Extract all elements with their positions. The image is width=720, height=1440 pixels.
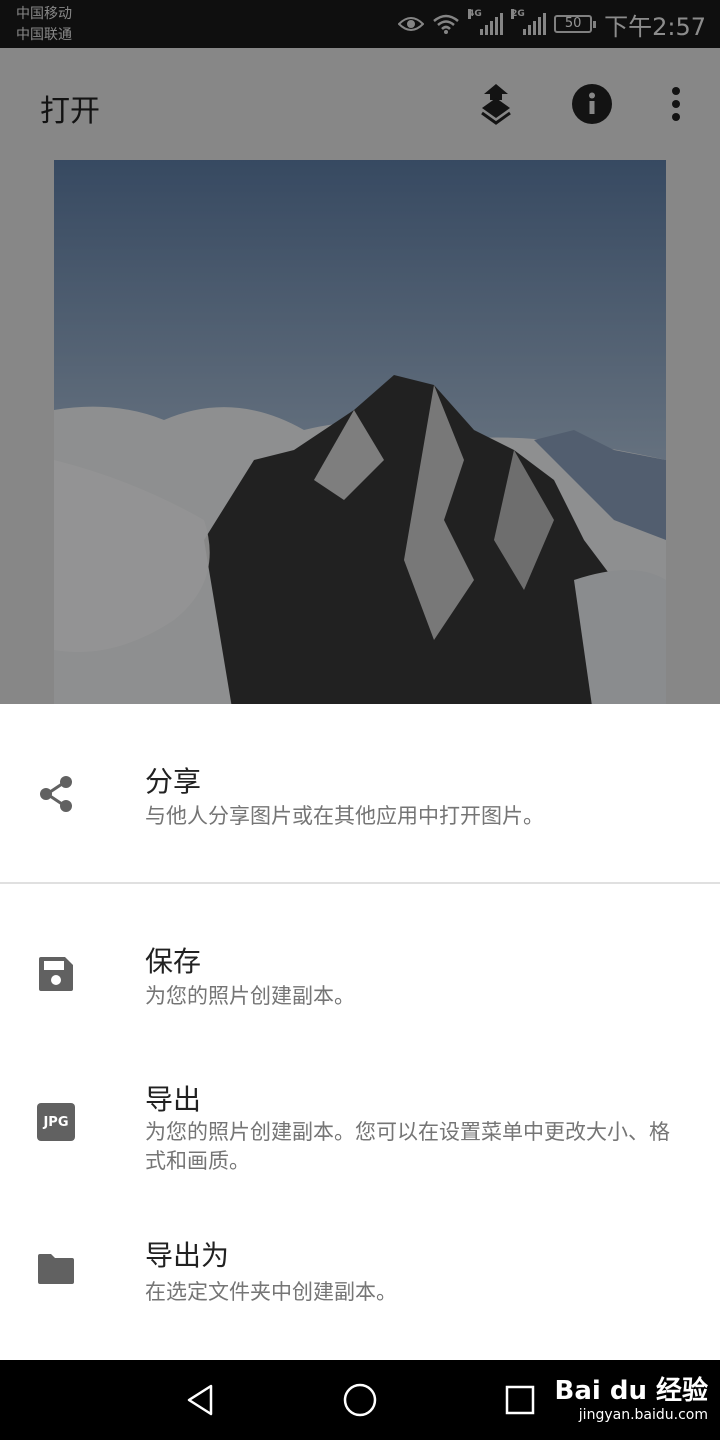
share-icon [36, 774, 76, 814]
share-option[interactable]: 分享 与他人分享图片或在其他应用中打开图片。 [0, 704, 720, 882]
recents-icon [505, 1385, 535, 1415]
recents-button[interactable] [500, 1380, 540, 1420]
baidu-watermark: Bai du 经验 jingyan.baidu.com [555, 1370, 709, 1423]
back-icon [187, 1384, 213, 1416]
jpg-icon-label: JPG [37, 1103, 75, 1141]
scrim-overlay[interactable] [0, 0, 720, 704]
share-description: 与他人分享图片或在其他应用中打开图片。 [145, 804, 544, 828]
save-title: 保存 [145, 945, 202, 978]
share-title: 分享 [145, 765, 202, 798]
export-option[interactable]: JPG 导出 为您的照片创建副本。您可以在设置菜单中更改大小、格式和画质。 [0, 1034, 720, 1204]
folder-icon [36, 1249, 76, 1289]
home-icon [343, 1383, 377, 1417]
save-icon [36, 954, 76, 994]
jpg-icon: JPG [36, 1102, 76, 1142]
export-as-title: 导出为 [145, 1239, 230, 1272]
watermark-url: jingyan.baidu.com [578, 1407, 708, 1423]
export-description: 为您的照片创建副本。您可以在设置菜单中更改大小、格式和画质。 [145, 1120, 670, 1173]
export-title: 导出 [145, 1083, 202, 1116]
back-button[interactable] [180, 1380, 220, 1420]
export-bottom-sheet: 分享 与他人分享图片或在其他应用中打开图片。 保存 为您的照片创建副本。 JPG… [0, 704, 720, 1360]
save-option[interactable]: 保存 为您的照片创建副本。 [0, 884, 720, 1034]
system-nav-bar: Bai du 经验 jingyan.baidu.com [0, 1360, 720, 1440]
watermark-brand: Bai du 经验 [554, 1376, 709, 1406]
export-as-description: 在选定文件夹中创建副本。 [145, 1280, 397, 1304]
save-description: 为您的照片创建副本。 [145, 984, 355, 1008]
export-as-option[interactable]: 导出为 在选定文件夹中创建副本。 [0, 1204, 720, 1360]
home-button[interactable] [340, 1380, 380, 1420]
